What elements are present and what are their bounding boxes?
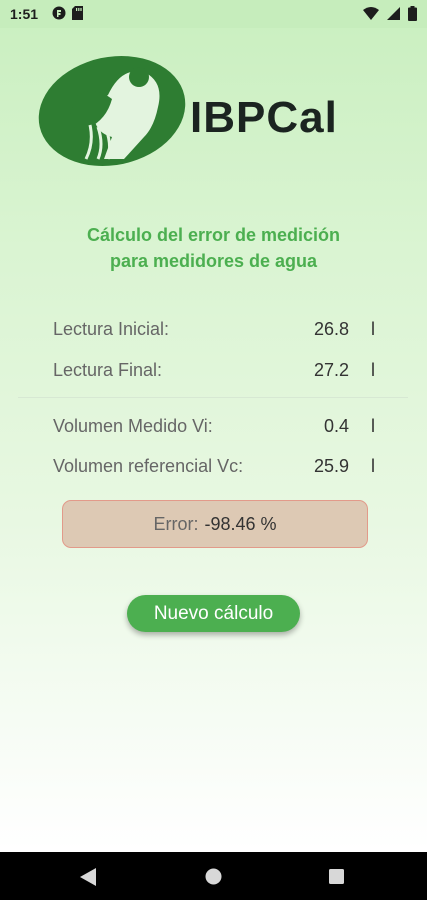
reading-label: Lectura Final: <box>53 360 163 380</box>
error-result-box: Error: -98.46 % <box>62 500 368 548</box>
reading-unit: l <box>371 319 375 339</box>
reading-label: Volumen Medido Vi: <box>53 416 213 436</box>
reading-value: 26.8 <box>313 319 349 339</box>
reading-label: Volumen referencial Vc: <box>53 456 244 476</box>
error-value: -98.46 % <box>204 513 277 534</box>
reading-value: 25.9 <box>313 456 349 476</box>
reading-row-lectura-inicial: Lectura Inicial: 26.8 l <box>53 319 375 345</box>
new-calculation-button[interactable]: Nuevo cálculo <box>127 595 300 632</box>
reading-unit: l <box>371 456 375 476</box>
wifi-icon <box>363 7 379 20</box>
back-icon[interactable] <box>80 868 96 886</box>
reading-label: Lectura Inicial: <box>53 319 170 339</box>
home-icon[interactable] <box>205 868 222 885</box>
page-title: Cálculo del error de medición para medid… <box>0 222 427 274</box>
app-notification-icon <box>52 6 66 20</box>
navigation-bar <box>0 852 427 900</box>
status-right-icons <box>363 6 417 21</box>
status-time: 1:51 <box>10 6 39 22</box>
reading-unit: l <box>371 416 375 436</box>
page-title-line-2: para medidores de agua <box>109 251 318 271</box>
divider <box>18 397 408 398</box>
status-left-icons <box>52 6 84 20</box>
cell-signal-icon <box>387 7 400 20</box>
battery-icon <box>408 6 417 21</box>
status-bar: 1:51 <box>0 0 427 28</box>
page-title-line-1: Cálculo del error de medición <box>86 225 341 245</box>
reading-row-volumen-referencial: Volumen referencial Vc: 25.9 l <box>53 456 375 482</box>
reading-row-lectura-final: Lectura Final: 27.2 l <box>53 360 375 386</box>
reading-value: 27.2 <box>313 360 349 380</box>
recents-icon[interactable] <box>329 869 344 884</box>
error-label: Error: <box>153 513 199 534</box>
reading-value: 0.4 <box>323 416 349 436</box>
reading-row-volumen-medido: Volumen Medido Vi: 0.4 l <box>53 416 375 442</box>
brand-name: IBPCal <box>190 93 338 142</box>
sd-card-icon <box>72 6 83 20</box>
reading-unit: l <box>371 360 375 380</box>
